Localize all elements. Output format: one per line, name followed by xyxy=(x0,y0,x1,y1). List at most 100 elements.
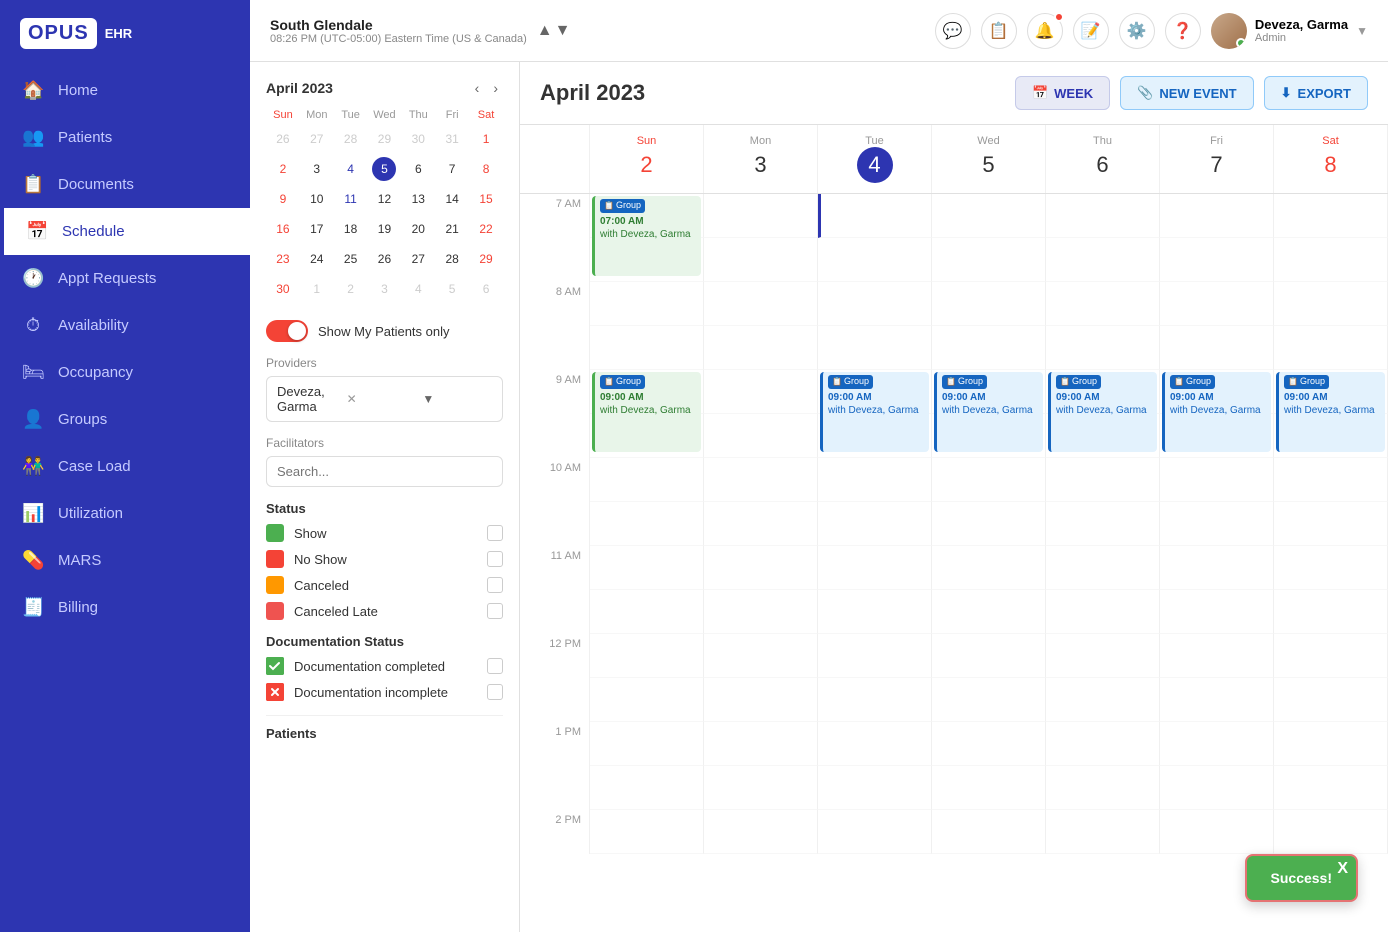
sidebar-item-billing[interactable]: 🧾 Billing xyxy=(0,584,250,631)
cal-cell[interactable] xyxy=(704,370,818,414)
cal-cell[interactable] xyxy=(1046,458,1160,502)
mini-cal-day[interactable]: 13 xyxy=(401,184,435,214)
cal-cell[interactable] xyxy=(1274,502,1388,546)
export-button[interactable]: ⬇ EXPORT xyxy=(1264,76,1368,110)
cal-cell[interactable] xyxy=(1046,722,1160,766)
new-event-button[interactable]: 📎 NEW EVENT xyxy=(1120,76,1253,110)
cal-cell[interactable] xyxy=(818,766,932,810)
cal-cell[interactable] xyxy=(1046,194,1160,238)
providers-clear-icon[interactable]: ✕ xyxy=(347,392,417,406)
cal-cell[interactable] xyxy=(590,810,704,854)
cal-cell[interactable] xyxy=(1046,810,1160,854)
cal-cell[interactable] xyxy=(590,502,704,546)
cal-cell[interactable] xyxy=(1046,326,1160,370)
cal-cell[interactable] xyxy=(1046,282,1160,326)
mini-cal-day[interactable]: 12 xyxy=(368,184,402,214)
cal-cell[interactable] xyxy=(818,546,932,590)
cal-cell[interactable] xyxy=(590,590,704,634)
mini-cal-day[interactable]: 25 xyxy=(334,244,368,274)
clipboard-button[interactable]: 📋 xyxy=(981,13,1017,49)
mini-cal-day[interactable]: 19 xyxy=(368,214,402,244)
sidebar-item-mars[interactable]: 💊 MARS xyxy=(0,537,250,584)
mini-cal-day[interactable]: 5 xyxy=(435,274,469,304)
cal-cell[interactable] xyxy=(1160,810,1274,854)
cal-cell[interactable] xyxy=(932,634,1046,678)
cal-cell[interactable] xyxy=(1160,722,1274,766)
cal-cell[interactable] xyxy=(590,282,704,326)
cal-cell[interactable] xyxy=(818,194,932,238)
cal-cell[interactable] xyxy=(818,678,932,722)
cal-cell[interactable] xyxy=(704,766,818,810)
cal-cell[interactable] xyxy=(1160,326,1274,370)
cal-cell[interactable] xyxy=(1160,634,1274,678)
sidebar-item-groups[interactable]: 👤 Groups xyxy=(0,396,250,443)
mini-cal-day[interactable]: 28 xyxy=(435,244,469,274)
mini-cal-day[interactable]: 23 xyxy=(266,244,300,274)
show-my-patients-toggle[interactable] xyxy=(266,320,308,342)
sidebar-item-home[interactable]: 🏠 Home xyxy=(0,67,250,114)
mini-cal-day[interactable]: 30 xyxy=(401,124,435,154)
mini-cal-day[interactable]: 20 xyxy=(401,214,435,244)
mini-cal-day[interactable]: 6 xyxy=(401,154,435,184)
cal-cell[interactable] xyxy=(818,458,932,502)
mini-cal-day[interactable]: 21 xyxy=(435,214,469,244)
cal-cell[interactable] xyxy=(818,282,932,326)
cal-cell[interactable] xyxy=(818,326,932,370)
cal-cell[interactable] xyxy=(1160,414,1274,458)
mini-cal-day[interactable]: 26 xyxy=(368,244,402,274)
cal-cell[interactable] xyxy=(1274,458,1388,502)
cal-cell[interactable] xyxy=(590,238,704,282)
cal-cell[interactable] xyxy=(1160,282,1274,326)
cal-cell[interactable]: 📋 Group09:00 AMwith Deveza, Garma xyxy=(590,370,704,414)
cal-cell[interactable] xyxy=(1274,194,1388,238)
mini-cal-next[interactable]: › xyxy=(488,78,503,98)
location-arrows[interactable]: ▲ ▼ xyxy=(537,22,571,40)
mini-cal-prev[interactable]: ‹ xyxy=(470,78,485,98)
toast-close-button[interactable]: X xyxy=(1337,860,1348,878)
cal-cell[interactable] xyxy=(1274,590,1388,634)
cal-cell[interactable] xyxy=(590,326,704,370)
cal-cell[interactable] xyxy=(818,722,932,766)
doc-completed-checkbox[interactable] xyxy=(487,658,503,674)
cal-cell[interactable] xyxy=(1274,238,1388,282)
cal-cell[interactable] xyxy=(932,678,1046,722)
cal-cell[interactable] xyxy=(932,414,1046,458)
cal-cell[interactable]: 📋 Group09:00 AMwith Deveza, Garma xyxy=(1274,370,1388,414)
mini-cal-day[interactable]: 4 xyxy=(401,274,435,304)
cal-cell[interactable] xyxy=(590,458,704,502)
cal-cell[interactable] xyxy=(704,282,818,326)
cal-cell[interactable]: 📋 Group09:00 AMwith Deveza, Garma xyxy=(818,370,932,414)
cal-cell[interactable] xyxy=(704,238,818,282)
cal-cell[interactable] xyxy=(1160,678,1274,722)
cal-cell[interactable] xyxy=(704,590,818,634)
cal-cell[interactable] xyxy=(932,458,1046,502)
cal-cell[interactable] xyxy=(1046,502,1160,546)
week-button[interactable]: 📅 WEEK xyxy=(1015,76,1110,110)
cal-cell[interactable]: 📋 Group09:00 AMwith Deveza, Garma xyxy=(1160,370,1274,414)
mini-cal-day[interactable]: 16 xyxy=(266,214,300,244)
sidebar-item-schedule[interactable]: 📅 Schedule xyxy=(0,208,250,255)
cal-cell[interactable] xyxy=(590,766,704,810)
mini-cal-day[interactable]: 10 xyxy=(300,184,334,214)
mini-cal-day[interactable]: 28 xyxy=(334,124,368,154)
cal-cell[interactable] xyxy=(704,546,818,590)
user-menu[interactable]: Deveza, Garma Admin ▼ xyxy=(1211,13,1368,49)
mini-cal-day[interactable]: 3 xyxy=(368,274,402,304)
mini-cal-day[interactable]: 31 xyxy=(435,124,469,154)
cal-cell[interactable] xyxy=(590,414,704,458)
cal-cell[interactable] xyxy=(1274,546,1388,590)
status-canceled-checkbox[interactable] xyxy=(487,577,503,593)
cal-cell[interactable] xyxy=(1046,766,1160,810)
mini-cal-day[interactable]: 26 xyxy=(266,124,300,154)
cal-cell[interactable] xyxy=(704,722,818,766)
cal-cell[interactable] xyxy=(932,502,1046,546)
cal-cell[interactable] xyxy=(818,414,932,458)
cal-cell[interactable] xyxy=(704,458,818,502)
mini-cal-day[interactable]: 29 xyxy=(368,124,402,154)
providers-select[interactable]: Deveza, Garma ✕ ▼ xyxy=(266,376,503,422)
mini-cal-day[interactable]: 2 xyxy=(334,274,368,304)
cal-cell[interactable] xyxy=(818,238,932,282)
facilitators-search-input[interactable] xyxy=(266,456,503,487)
sidebar-item-availability[interactable]: ⏱ Availability xyxy=(0,302,250,349)
cal-cell[interactable] xyxy=(1046,590,1160,634)
